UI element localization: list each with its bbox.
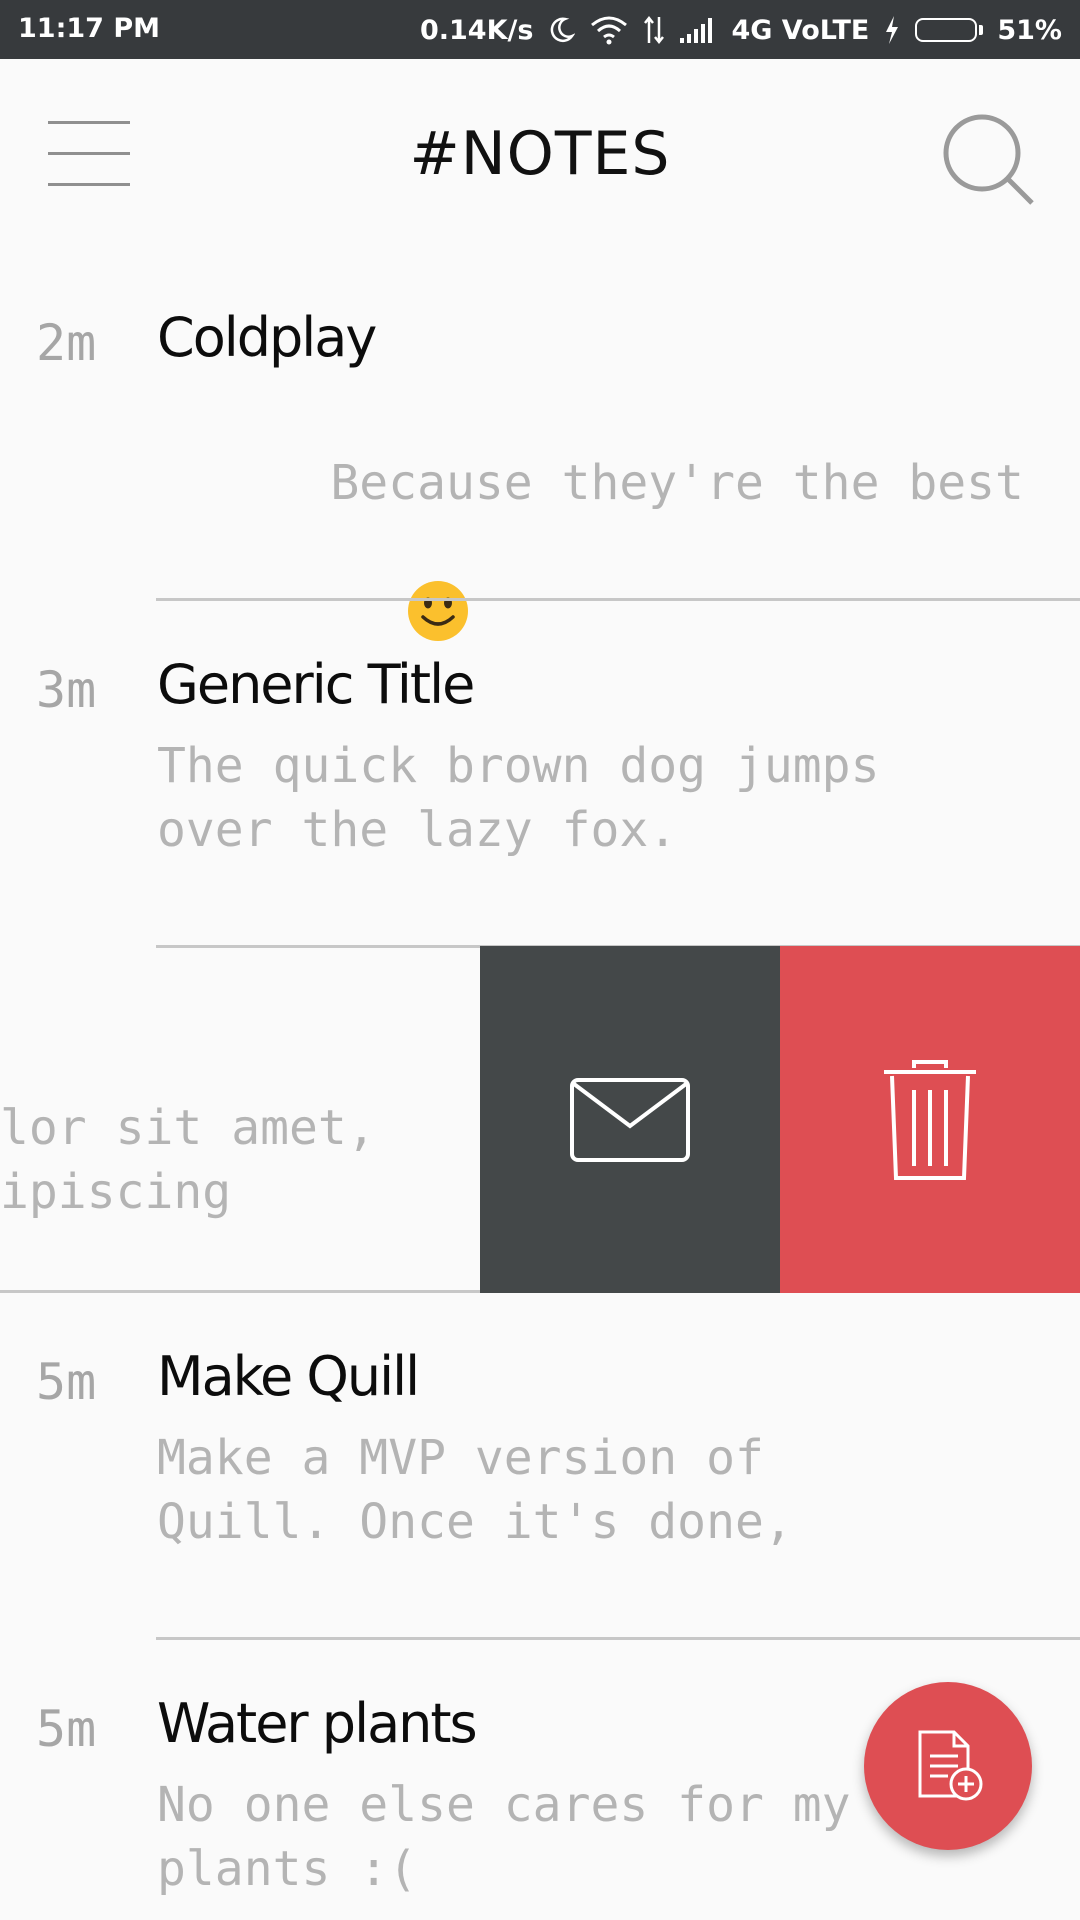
network-type: 4G VoLTE [731,14,870,46]
note-title: Generic Title [157,653,475,716]
swiped-note-item[interactable]: lor sit amet, ipiscing [0,946,1080,1293]
charging-icon [883,15,901,45]
note-preview: The quick brown dog jumps over the lazy … [157,738,880,858]
note-preview-text: Because they're the best [330,455,1024,511]
note-item[interactable]: 2m Coldplay Because they're the best [0,254,1080,641]
note-time: 2m [36,314,97,372]
note-title: Coldplay [157,306,377,369]
net-speed: 0.14K/s [419,14,534,46]
new-note-button[interactable] [864,1682,1032,1850]
search-icon [943,114,1034,205]
battery-percent: 51% [997,14,1062,46]
note-item[interactable]: 5m Make Quill Make a MVP version of Quil… [0,1293,1080,1640]
moon-icon [547,16,576,44]
note-item[interactable]: 3m Generic Title The quick brown dog jum… [0,601,1080,948]
search-button[interactable] [940,111,1040,211]
status-icons: 0.14K/s 4G VoLTE 51% [420,10,1062,50]
note-preview: Make a MVP version of Quill. Once it's d… [157,1430,793,1550]
status-time: 11:17 PM [18,13,161,44]
signal-icon [679,16,717,44]
note-time: 3m [36,661,97,719]
note-time: 5m [36,1700,97,1758]
delete-note-button[interactable] [780,946,1080,1293]
note-preview: lor sit amet, ipiscing [0,1096,480,1224]
note-preview-text: lor sit amet, ipiscing [0,1100,376,1220]
envelope-icon [570,1077,690,1162]
toolbar: #NOTES [0,59,1080,254]
status-bar: 11:17 PM 0.14K/s 4G VoLTE 51% [0,0,1080,59]
trash-icon [884,1059,976,1180]
note-title: Make Quill [157,1345,420,1408]
note-time: 5m [36,1353,97,1411]
new-note-icon [918,1730,983,1801]
note-title: Water plants [157,1692,478,1755]
data-arrows-icon [643,15,665,45]
battery-icon [915,18,984,42]
page-title: #NOTES [409,119,671,189]
email-note-button[interactable] [480,946,780,1293]
wifi-icon [589,15,629,45]
notes-app: 11:17 PM 0.14K/s 4G VoLTE 51% #NOTES 2m … [0,0,1080,1920]
